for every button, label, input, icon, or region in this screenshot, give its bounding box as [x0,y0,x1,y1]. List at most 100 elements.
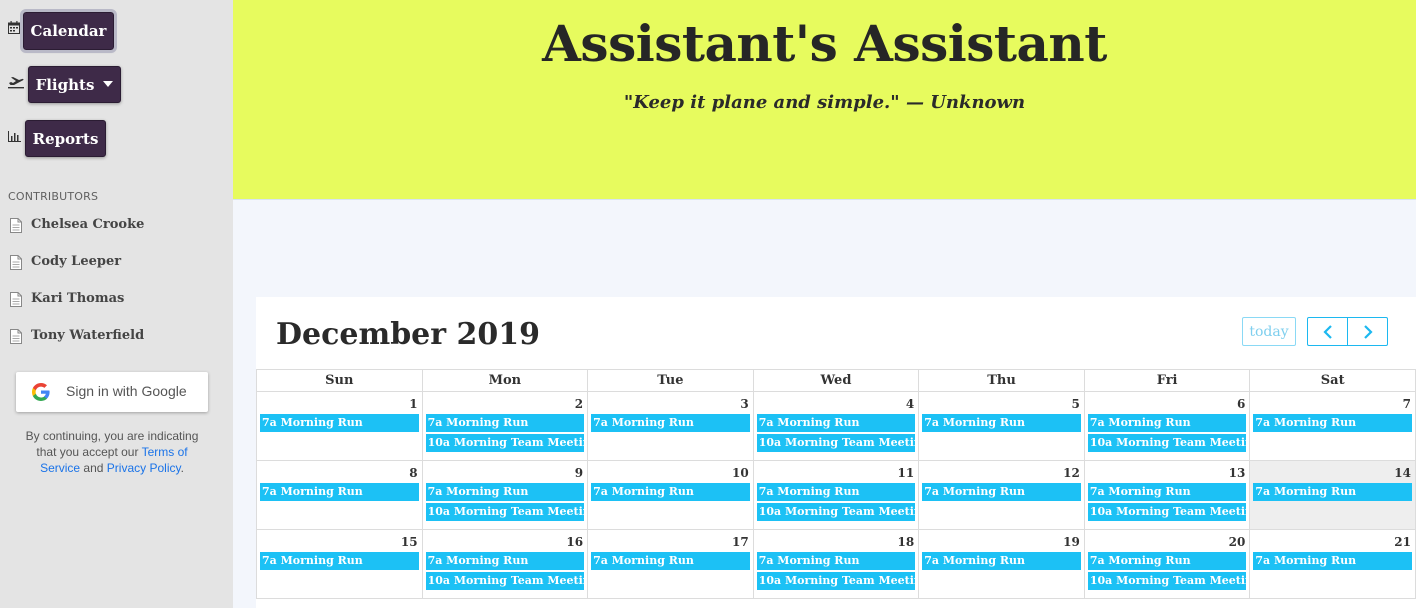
calendar-event[interactable]: 10a Morning Team Meeting [756,572,916,590]
calendar-event[interactable]: 7a Morning Run [1253,483,1412,501]
calendar-day-cell[interactable]: 4 7a Morning Run 10a Morning Team Meeting [752,391,920,461]
calendar-day-cell[interactable]: 12 7a Morning Run [918,460,1085,530]
calendar-event[interactable]: 7a Morning Run [591,483,750,501]
calendar-event[interactable]: 7a Morning Run [260,552,419,570]
contributor-name: Cody Leeper [31,254,122,269]
calendar-event[interactable]: 10a Morning Team Meeting [1087,503,1247,521]
calendar-day-cell[interactable]: 16 7a Morning Run 10a Morning Team Meeting [421,529,589,599]
day-number[interactable]: 7 [1250,392,1415,414]
calendar-day-cell[interactable]: 10 7a Morning Run [587,460,754,530]
calendar-day-cell[interactable]: 9 7a Morning Run 10a Morning Team Meeting [421,460,589,530]
day-number[interactable]: 4 [754,392,919,414]
calendar-event[interactable]: 7a Morning Run [922,483,1081,501]
day-number[interactable]: 14 [1250,461,1415,483]
calendar-event[interactable]: 7a Morning Run [1253,414,1412,432]
next-month-button[interactable] [1347,317,1388,346]
calendar-event[interactable]: 7a Morning Run [1087,414,1247,432]
calendar-event[interactable]: 7a Morning Run [425,552,585,570]
contributor-name: Chelsea Crooke [31,217,145,232]
calendar-event[interactable]: 10a Morning Team Meeting [1087,572,1247,590]
calendar-event[interactable]: 7a Morning Run [1087,483,1247,501]
calendar-day-cell[interactable]: 3 7a Morning Run [587,391,754,461]
bar-chart-icon [8,131,21,146]
calendar-event[interactable]: 7a Morning Run [756,414,916,432]
calendar-event[interactable]: 10a Morning Team Meeting [425,572,585,590]
day-number[interactable]: 13 [1085,461,1250,483]
flights-nav-button[interactable]: Flights [28,66,121,103]
day-number[interactable]: 15 [257,530,422,552]
day-number[interactable]: 18 [754,530,919,552]
calendar-day-cell[interactable]: 17 7a Morning Run [587,529,754,599]
calendar-event[interactable]: 10a Morning Team Meeting [756,503,916,521]
calendar-event[interactable]: 7a Morning Run [591,414,750,432]
weekday-header: Fri [1083,369,1251,392]
sidebar: Calendar Flights Reports CONTRIBUTORS Ch… [0,0,233,608]
contributors-heading: CONTRIBUTORS [8,190,99,203]
calendar-day-cell[interactable]: 11 7a Morning Run 10a Morning Team Meeting [752,460,920,530]
chevron-right-icon [1363,324,1373,339]
day-number[interactable]: 17 [588,530,753,552]
calendar-nav-button[interactable]: Calendar [20,9,117,53]
privacy-policy-link[interactable]: Privacy Policy [107,461,181,475]
calendar-day-cell[interactable]: 18 7a Morning Run 10a Morning Team Meeting [752,529,920,599]
plane-icon [8,76,24,93]
calendar-event[interactable]: 7a Morning Run [1253,552,1412,570]
calendar-day-cell[interactable]: 21 7a Morning Run [1249,529,1416,599]
calendar-nav-label: Calendar [30,22,107,40]
today-button[interactable]: today [1242,317,1296,346]
calendar-grid: Sun Mon Tue Wed Thu Fri Sat 1 7a Morning … [256,369,1416,599]
day-number[interactable]: 12 [919,461,1084,483]
reports-nav-label: Reports [32,129,99,148]
calendar-event[interactable]: 7a Morning Run [922,552,1081,570]
weekday-header: Wed [752,369,920,392]
day-number[interactable]: 20 [1085,530,1250,552]
day-number[interactable]: 16 [423,530,588,552]
calendar-day-cell[interactable]: 6 7a Morning Run 10a Morning Team Meeting [1083,391,1251,461]
calendar-day-cell[interactable]: 20 7a Morning Run 10a Morning Team Meeting [1083,529,1251,599]
calendar-day-cell[interactable]: 13 7a Morning Run 10a Morning Team Meeting [1083,460,1251,530]
calendar-event[interactable]: 10a Morning Team Meeting [425,434,585,452]
google-signin-label: Sign in with Google [66,383,187,399]
calendar-day-cell[interactable]: 1 7a Morning Run [256,391,423,461]
day-number[interactable]: 19 [919,530,1084,552]
day-number[interactable]: 3 [588,392,753,414]
calendar-day-cell[interactable]: 7 7a Morning Run [1249,391,1416,461]
calendar-event[interactable]: 10a Morning Team Meeting [756,434,916,452]
day-number[interactable]: 5 [919,392,1084,414]
calendar-day-cell[interactable]: 5 7a Morning Run [918,391,1085,461]
calendar-event[interactable]: 7a Morning Run [260,414,419,432]
chevron-down-icon [103,80,114,87]
reports-nav-button[interactable]: Reports [25,120,106,157]
page-header: Assistant's Assistant "Keep it plane and… [233,0,1416,200]
calendar-day-cell[interactable]: 19 7a Morning Run [918,529,1085,599]
prev-month-button[interactable] [1307,317,1348,346]
weekday-header: Sun [256,369,423,392]
weekday-header: Mon [421,369,589,392]
calendar-day-cell[interactable]: 2 7a Morning Run 10a Morning Team Meeting [421,391,589,461]
calendar-event[interactable]: 10a Morning Team Meeting [425,503,585,521]
calendar-event[interactable]: 7a Morning Run [425,414,585,432]
google-signin-button[interactable]: Sign in with Google [16,372,208,412]
day-number[interactable]: 1 [257,392,422,414]
weekday-header-row: Sun Mon Tue Wed Thu Fri Sat [256,369,1416,392]
calendar-event[interactable]: 7a Morning Run [260,483,419,501]
calendar-event[interactable]: 7a Morning Run [425,483,585,501]
calendar-day-cell[interactable]: 15 7a Morning Run [256,529,423,599]
calendar-day-cell[interactable]: 8 7a Morning Run [256,460,423,530]
day-number[interactable]: 6 [1085,392,1250,414]
calendar-event[interactable]: 10a Morning Team Meeting [1087,434,1247,452]
calendar-day-cell[interactable]: 14 7a Morning Run [1249,460,1416,530]
day-number[interactable]: 10 [588,461,753,483]
calendar-event[interactable]: 7a Morning Run [922,414,1081,432]
day-number[interactable]: 11 [754,461,919,483]
day-number[interactable]: 2 [423,392,588,414]
calendar-event[interactable]: 7a Morning Run [591,552,750,570]
google-icon [32,383,50,401]
calendar-event[interactable]: 7a Morning Run [756,552,916,570]
day-number[interactable]: 9 [423,461,588,483]
calendar-event[interactable]: 7a Morning Run [1087,552,1247,570]
tagline: "Keep it plane and simple." — Unknown [623,92,1026,113]
calendar-event[interactable]: 7a Morning Run [756,483,916,501]
day-number[interactable]: 8 [257,461,422,483]
day-number[interactable]: 21 [1250,530,1415,552]
